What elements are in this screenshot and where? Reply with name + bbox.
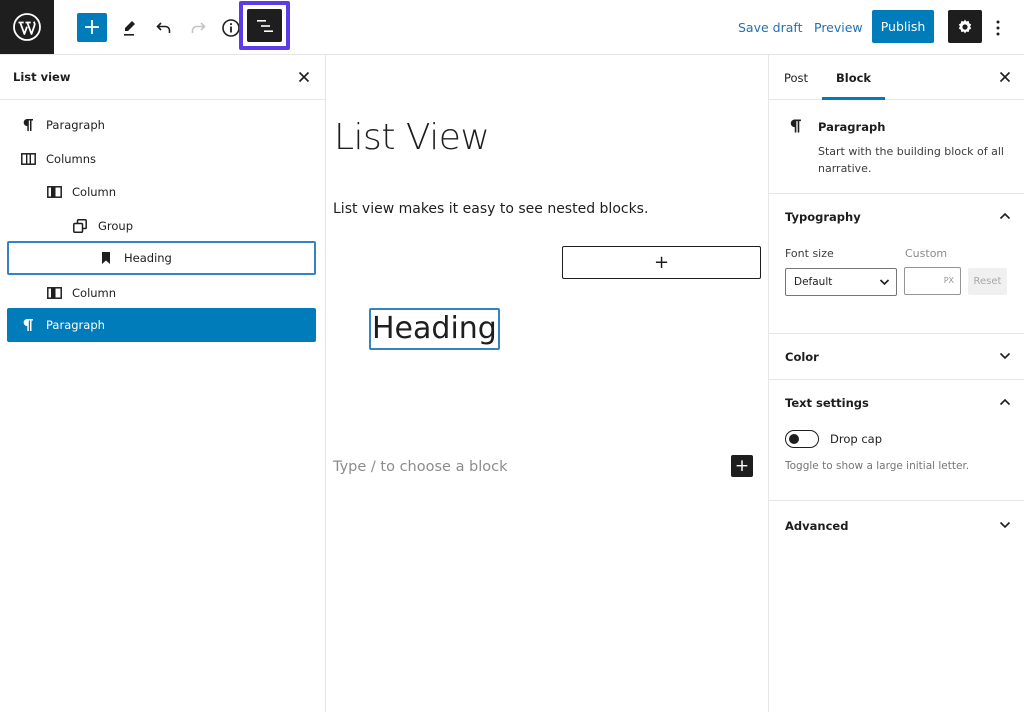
typography-title[interactable]: Typography [785, 210, 861, 224]
preview-button[interactable]: Preview [810, 13, 867, 42]
list-item-label: Columns [46, 152, 97, 166]
close-list-view-button[interactable] [294, 67, 314, 87]
text-settings-title[interactable]: Text settings [785, 396, 869, 410]
undo-icon [156, 21, 171, 33]
list-item-paragraph-selected[interactable]: Paragraph [7, 308, 316, 342]
info-icon [222, 18, 240, 37]
save-draft-button[interactable]: Save draft [734, 13, 806, 42]
chevron-up-icon [999, 398, 1011, 406]
list-view-title: List view [13, 70, 71, 84]
paragraph-block[interactable]: List view makes it easy to see nested bl… [333, 201, 648, 217]
list-view-header: List view [0, 55, 325, 100]
block-inserter-button[interactable]: + [77, 13, 107, 42]
collapse-typography-button[interactable] [997, 208, 1013, 224]
more-options-button[interactable] [990, 13, 1006, 42]
paragraph-icon [20, 117, 36, 133]
list-view-icon [256, 19, 273, 32]
list-item-column[interactable]: Column [7, 276, 316, 310]
close-icon [999, 71, 1011, 83]
tab-block[interactable]: Block [821, 55, 886, 100]
font-size-select[interactable]: Default [785, 268, 897, 296]
chevron-down-icon [999, 521, 1011, 529]
gear-icon [958, 19, 972, 33]
default-block-appender[interactable]: Type / to choose a block [333, 459, 508, 475]
list-item-label: Group [98, 219, 134, 233]
drop-cap-help-text: Toggle to show a large initial letter. [785, 460, 970, 472]
close-settings-button[interactable] [995, 67, 1015, 87]
list-item-column[interactable]: Column [7, 175, 316, 209]
publish-button[interactable]: Publish [872, 10, 934, 43]
drop-cap-label: Drop cap [830, 432, 882, 446]
toggle-knob [789, 434, 799, 444]
editor-canvas: List View List view makes it easy to see… [326, 55, 768, 712]
reset-font-size-button[interactable]: Reset [968, 268, 1007, 295]
typography-panel: Typography Font size Custom Default PX R… [769, 194, 1024, 334]
heading-bookmark-icon [98, 250, 114, 266]
settings-button[interactable] [948, 10, 982, 43]
block-editor: + Save draft Preview Publish List view P… [0, 0, 1024, 712]
wordpress-logo[interactable] [0, 0, 54, 54]
block-card: Paragraph Start with the building block … [769, 100, 1024, 194]
color-panel: Color [769, 334, 1024, 380]
expand-color-button[interactable] [997, 348, 1013, 364]
list-item-label: Paragraph [46, 118, 105, 132]
list-item-label: Column [72, 185, 117, 199]
plus-icon: + [653, 252, 670, 273]
group-icon [72, 218, 88, 234]
close-icon [298, 71, 310, 83]
expand-advanced-button[interactable] [997, 517, 1013, 533]
unit-label: PX [943, 276, 954, 285]
list-item-columns[interactable]: Columns [7, 142, 316, 176]
inline-inserter-button[interactable]: + [731, 455, 753, 477]
list-view-panel: List view Paragraph Columns Column Group… [0, 55, 326, 712]
list-item-label: Heading [124, 251, 172, 265]
heading-block[interactable]: Heading [369, 308, 500, 350]
columns-icon [20, 151, 36, 167]
advanced-panel: Advanced [769, 501, 1024, 549]
chevron-down-icon [999, 352, 1011, 360]
font-size-value: Default [794, 276, 833, 288]
post-title[interactable]: List View [334, 117, 490, 158]
drop-cap-toggle[interactable] [785, 430, 819, 448]
redo-button[interactable] [183, 13, 213, 42]
list-item-heading[interactable]: Heading [7, 241, 316, 275]
collapse-text-settings-button[interactable] [997, 394, 1013, 410]
list-item-label: Column [72, 286, 117, 300]
plus-icon: + [734, 456, 750, 476]
custom-size-label: Custom [905, 247, 948, 260]
color-title[interactable]: Color [785, 350, 819, 364]
paragraph-icon [789, 118, 802, 138]
more-vertical-icon [996, 20, 1000, 35]
plus-icon: + [82, 14, 102, 40]
text-settings-panel: Text settings Drop cap Toggle to show a … [769, 380, 1024, 501]
list-item-label: Paragraph [46, 318, 105, 332]
block-description: Start with the building block of all nar… [818, 145, 1004, 175]
custom-font-size-input[interactable]: PX [904, 267, 961, 295]
font-size-label: Font size [785, 247, 834, 260]
chevron-down-icon [879, 277, 890, 289]
list-item-group[interactable]: Group [7, 209, 316, 243]
advanced-title[interactable]: Advanced [785, 519, 848, 533]
wordpress-icon [13, 13, 41, 41]
list-item-paragraph[interactable]: Paragraph [7, 108, 316, 142]
paragraph-icon [20, 317, 36, 333]
column-block-appender[interactable]: + [562, 246, 761, 279]
chevron-up-icon [999, 212, 1011, 220]
tab-post[interactable]: Post [784, 55, 808, 100]
settings-sidebar: Post Block Paragraph Start with the buil… [768, 55, 1024, 712]
list-view-button[interactable] [247, 9, 282, 42]
undo-button[interactable] [149, 13, 179, 42]
editor-header: + Save draft Preview Publish [0, 0, 1024, 55]
block-name: Paragraph [818, 120, 886, 134]
sidebar-tabs: Post Block [769, 55, 1024, 100]
tools-button[interactable] [115, 13, 145, 42]
column-icon [46, 285, 62, 301]
redo-icon [191, 21, 206, 33]
edit-pencil-icon [124, 20, 135, 36]
column-icon [46, 184, 62, 200]
